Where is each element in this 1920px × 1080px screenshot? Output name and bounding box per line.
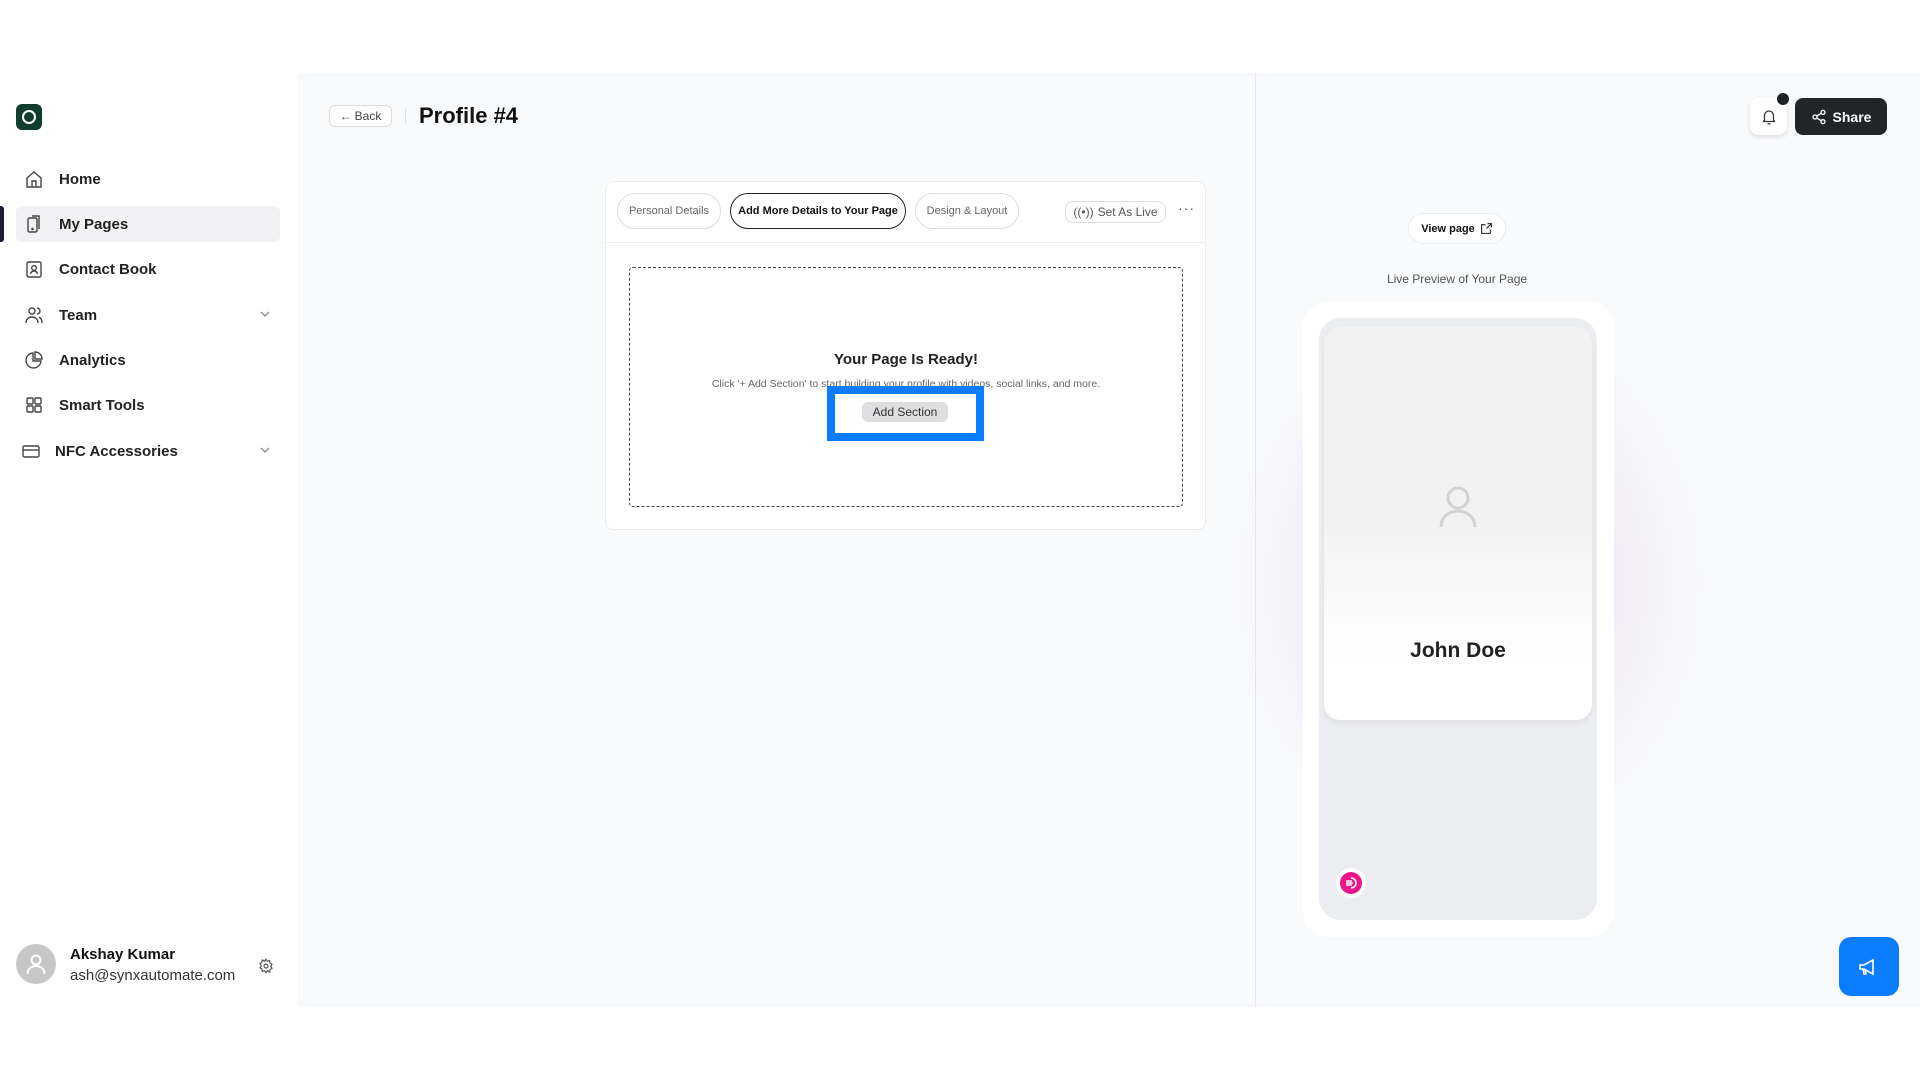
profile-placeholder-icon [1439,486,1477,528]
editor-card: Personal Details Add More Details to You… [605,181,1206,530]
team-icon [25,307,43,324]
sidebar-item-label: Team [59,306,98,324]
sidebar-item-label: Home [59,170,101,188]
megaphone-icon [1859,958,1874,975]
sidebar-item-analytics[interactable]: Analytics [16,342,280,378]
sidebar-item-label: Contact Book [59,260,157,278]
phone-screen: John Doe [1319,318,1597,920]
profile-name: John Doe [1410,639,1506,662]
grid-icon [26,397,42,413]
profile-card: John Doe [1324,327,1592,720]
brand-badge[interactable] [1336,868,1366,898]
broadcast-icon: ((•)) [1073,205,1094,219]
sidebar-item-label: My Pages [59,215,129,233]
tab-design-layout[interactable]: Design & Layout [915,193,1019,229]
set-as-live-button[interactable]: ((•)) Set As Live [1065,201,1166,223]
share-icon [1811,109,1826,124]
more-options-icon[interactable]: ··· [1178,200,1195,216]
sidebar-item-contact-book[interactable]: Contact Book [16,251,280,287]
user-icon [26,954,46,975]
add-section-button[interactable]: Add Section [862,402,948,422]
app: Home My Pages Contact Book Team Analytic… [0,73,1920,1007]
bell-icon [1762,109,1775,124]
announcements-button[interactable] [1839,937,1899,996]
external-link-icon [1480,223,1492,234]
sidebar-item-team[interactable]: Team [16,297,280,333]
view-page-label: View page [1421,222,1475,235]
sidebar-item-nfc-accessories[interactable]: NFC Accessories [16,433,280,469]
divider [405,107,406,125]
chevron-down-icon[interactable] [258,443,272,457]
card-icon [22,445,40,458]
brand-icon [1346,877,1357,889]
avatar[interactable] [16,944,56,984]
empty-state-dropzone: Your Page Is Ready! Click '+ Add Section… [629,267,1183,507]
sidebar-item-label: Analytics [59,351,126,369]
gear-icon[interactable] [258,958,274,974]
contact-book-icon [26,261,42,278]
user-email: ash@synxautomate.com [70,967,236,984]
sidebar-item-my-pages[interactable]: My Pages [16,206,280,242]
sidebar-item-home[interactable]: Home [16,161,280,197]
back-label: Back [354,109,382,123]
tab-personal-details[interactable]: Personal Details [617,193,721,229]
chevron-down-icon[interactable] [258,307,272,321]
sidebar-item-smart-tools[interactable]: Smart Tools [16,387,280,423]
view-page-button[interactable]: View page [1408,213,1506,244]
home-icon [26,171,42,188]
phone-icon [27,215,40,233]
back-button[interactable]: ← Back [329,105,392,127]
notification-dot [1777,93,1789,105]
arrow-left-icon: ← [339,109,352,123]
empty-state-title: Your Page Is Ready! [834,351,978,368]
user-name: Akshay Kumar [70,946,176,963]
page-title: Profile #4 [419,103,519,128]
preview-caption: Live Preview of Your Page [1386,272,1528,286]
highlight-box: Add Section [827,386,984,441]
tab-add-more-details[interactable]: Add More Details to Your Page [730,193,906,229]
share-label: Share [1832,108,1872,125]
sidebar-item-label: NFC Accessories [55,442,178,460]
active-indicator [0,206,4,242]
sidebar-item-label: Smart Tools [59,396,145,414]
logo[interactable] [16,104,42,130]
share-button[interactable]: Share [1795,98,1887,135]
divider [606,242,1205,243]
sidebar: Home My Pages Contact Book Team Analytic… [0,73,297,1007]
set-as-live-label: Set As Live [1097,205,1158,219]
pie-chart-icon [25,351,43,369]
phone-preview: John Doe [1303,301,1614,937]
